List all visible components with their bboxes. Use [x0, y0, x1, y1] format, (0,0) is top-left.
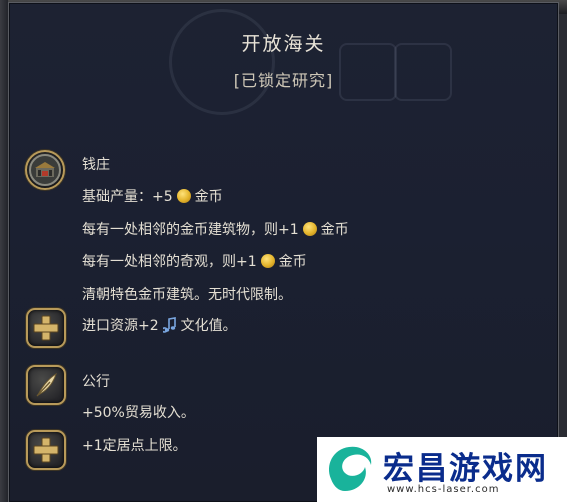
building-name-bank: 钱庄	[82, 157, 110, 173]
bank-icon	[25, 150, 65, 190]
watermark-banner: 宏昌游戏网 www.hcs-laser.com	[317, 437, 567, 502]
import-bonus-line: 进口资源+2 文化值。	[82, 317, 237, 335]
watermark-title: 宏昌游戏网	[383, 451, 548, 487]
plus-icon	[26, 308, 66, 348]
gold-coin-icon	[176, 189, 191, 203]
wonder-adjacency-text: 每有一处相邻的奇观，则+1	[82, 254, 257, 270]
trade-bonus-line: +50%贸易收入。	[82, 405, 195, 421]
gold-coin-icon	[302, 222, 317, 236]
background-emblem-shape	[169, 9, 275, 115]
research-status: [已锁定研究]	[233, 71, 334, 90]
tooltip-title: 开放海关	[241, 33, 326, 55]
adjacency-text: 每有一处相邻的金币建筑物，则+1	[82, 222, 299, 238]
plus-icon	[26, 430, 66, 470]
background-left-edge	[0, 0, 8, 502]
wonder-adjacency-line: 每有一处相邻的奇观，则+1 金币	[82, 253, 307, 271]
music-note-icon	[162, 317, 176, 333]
adjacency-line: 每有一处相邻的金币建筑物，则+1 金币	[82, 221, 349, 239]
gold-coin-icon	[260, 254, 275, 268]
yield-text: 基础产量：+5	[82, 189, 173, 205]
settlement-cap-line: +1定居点上限。	[82, 438, 187, 454]
quill-icon	[26, 365, 66, 405]
import-bonus-resource: 文化值。	[180, 318, 237, 334]
tech-tooltip-panel: 开放海关 [已锁定研究]	[8, 2, 559, 502]
description-line: 清朝特色金币建筑。无时代限制。	[82, 287, 292, 303]
adjacency-resource: 金币	[320, 222, 349, 238]
dragon-logo-icon	[329, 446, 372, 491]
yield-resource: 金币	[194, 189, 223, 205]
building-name-cohong: 公行	[82, 374, 110, 390]
import-bonus-text: 进口资源+2	[82, 318, 159, 334]
yield-line: 基础产量：+5 金币	[82, 188, 223, 206]
wonder-adjacency-resource: 金币	[278, 254, 307, 270]
watermark-url: www.hcs-laser.com	[387, 484, 500, 495]
